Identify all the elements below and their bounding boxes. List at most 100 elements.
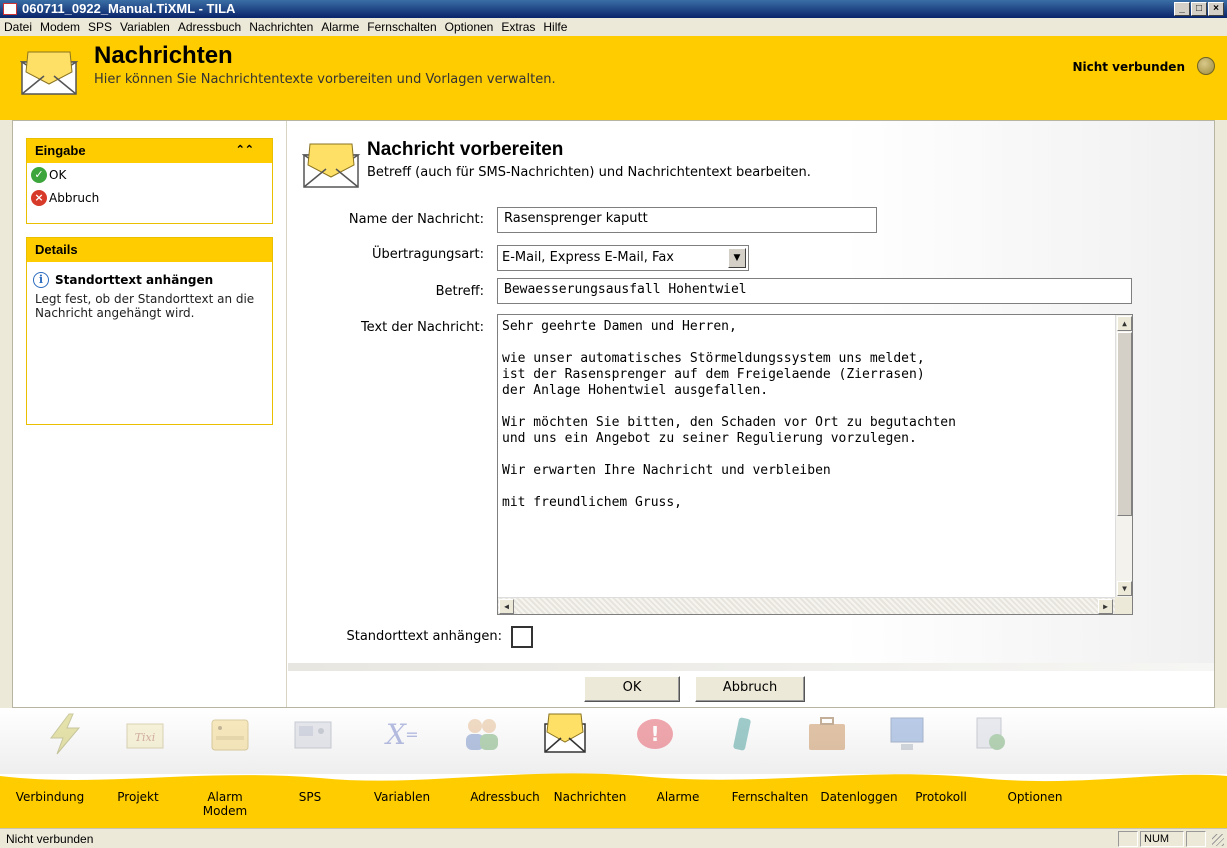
sidebar-cancel-link[interactable]: × Abbruch xyxy=(27,186,272,209)
text-line: und uns ein Angebot zu seiner Regulierun… xyxy=(502,431,917,446)
envelope-icon xyxy=(302,143,361,188)
people-icon xyxy=(466,719,498,750)
details-item-text: Legt fest, ob der Standorttext an die Na… xyxy=(35,292,255,320)
toolbar-label-alarme[interactable]: Alarme xyxy=(648,790,708,804)
menu-hilfe[interactable]: Hilfe xyxy=(543,20,567,34)
collapse-icon[interactable]: ⌃⌃ xyxy=(236,143,254,156)
tool-fernschalten[interactable] xyxy=(697,712,787,759)
text-line: Wir erwarten Ihre Nachricht und verbleib… xyxy=(502,463,831,478)
menu-nachrichten[interactable]: Nachrichten xyxy=(249,20,313,34)
sidebar-ok-link[interactable]: ✓ OK xyxy=(27,163,272,186)
tool-nachrichten[interactable] xyxy=(520,712,610,759)
menu-modem[interactable]: Modem xyxy=(40,20,80,34)
toolbar-label-adressbuch[interactable]: Adressbuch xyxy=(463,790,547,804)
title-bar: 060711_0922_Manual.TiXML - TILA _ □ × xyxy=(0,0,1227,18)
tool-sps[interactable] xyxy=(268,712,358,759)
tool-verbindung[interactable] xyxy=(20,712,110,759)
text-line: ist der Rasensprenger auf dem Freigelaen… xyxy=(502,367,925,382)
toolbar-label-datenloggen[interactable]: Datenloggen xyxy=(814,790,904,804)
menu-bar: Datei Modem SPS Variablen Adressbuch Nac… xyxy=(0,18,1227,36)
form-subtitle: Betreff (auch für SMS-Nachrichten) und N… xyxy=(367,165,811,180)
message-textarea[interactable]: Sehr geehrte Damen und Herren, wie unser… xyxy=(497,314,1133,615)
text-line xyxy=(502,479,1106,495)
toolbar-label-sps[interactable]: SPS xyxy=(290,790,330,804)
transfer-label: Übertragungsart: xyxy=(371,247,484,262)
tool-alarm-modem[interactable] xyxy=(185,712,275,759)
close-button[interactable]: × xyxy=(1208,2,1224,16)
tool-adressbuch[interactable] xyxy=(437,712,527,759)
scroll-down-icon[interactable]: ▼ xyxy=(1117,581,1132,596)
vertical-scrollbar[interactable]: ▲ ▼ xyxy=(1115,315,1132,597)
window-title: 060711_0922_Manual.TiXML - TILA xyxy=(22,1,236,16)
toolbar-label-nachrichten[interactable]: Nachrichten xyxy=(545,790,635,804)
connection-led-icon xyxy=(1197,57,1215,75)
sidebar-cancel-label: Abbruch xyxy=(49,190,100,205)
menu-optionen[interactable]: Optionen xyxy=(445,20,494,34)
toolbar-label-protokoll[interactable]: Protokoll xyxy=(906,790,976,804)
page-header: Nachrichten Hier können Sie Nachrichtent… xyxy=(0,36,1227,120)
horizontal-scrollbar[interactable]: ◀ ▶ xyxy=(498,597,1115,614)
svg-text:Tixi: Tixi xyxy=(135,731,156,744)
text-line xyxy=(502,399,1106,415)
name-label: Name der Nachricht: xyxy=(348,212,484,227)
scroll-right-icon[interactable]: ▶ xyxy=(1098,599,1113,614)
info-icon: i xyxy=(33,272,49,288)
sps-icon xyxy=(294,721,332,749)
module-toolbar: Tixi X = ! Verbindung Projekt Alarm Modem… xyxy=(0,708,1227,828)
name-input[interactable]: Rasensprenger kaputt xyxy=(497,207,877,233)
vertical-scroll-thumb[interactable] xyxy=(1117,332,1132,516)
menu-extras[interactable]: Extras xyxy=(501,20,535,34)
tool-projekt[interactable]: Tixi xyxy=(100,712,190,759)
menu-adressbuch[interactable]: Adressbuch xyxy=(178,20,241,34)
menu-alarme[interactable]: Alarme xyxy=(321,20,359,34)
transfer-value: E-Mail, Express E-Mail, Fax xyxy=(502,250,674,265)
content-area: Nachricht vorbereiten Betreff (auch für … xyxy=(288,121,1214,707)
monitor-icon xyxy=(890,717,924,750)
ok-check-icon: ✓ xyxy=(31,166,47,183)
tool-variablen[interactable]: X = xyxy=(353,712,443,759)
text-line: mit freundlichem Gruss, xyxy=(502,495,683,510)
scroll-left-icon[interactable]: ◀ xyxy=(499,599,514,614)
tool-datenloggen[interactable] xyxy=(782,712,872,759)
message-text[interactable]: Sehr geehrte Damen und Herren, wie unser… xyxy=(502,319,1106,591)
resize-grip-icon[interactable] xyxy=(1212,834,1224,846)
svg-text:X: X xyxy=(384,718,407,751)
toolbar-label-projekt[interactable]: Projekt xyxy=(108,790,168,804)
divider xyxy=(288,663,1214,671)
scroll-up-icon[interactable]: ▲ xyxy=(1117,316,1132,331)
remote-switch-icon xyxy=(733,717,751,751)
maximize-button[interactable]: □ xyxy=(1191,2,1207,16)
scroll-corner xyxy=(1115,597,1132,614)
menu-variablen[interactable]: Variablen xyxy=(120,20,170,34)
tool-optionen[interactable] xyxy=(946,712,1036,759)
modem-icon xyxy=(211,719,249,751)
main-area: Eingabe ⌃⌃ ✓ OK × Abbruch Details i Stan… xyxy=(12,120,1215,708)
minimize-button[interactable]: _ xyxy=(1174,2,1190,16)
transfer-select[interactable]: E-Mail, Express E-Mail, Fax ▼ xyxy=(497,245,749,271)
ok-button[interactable]: OK xyxy=(584,676,680,702)
cancel-x-icon: × xyxy=(31,189,47,206)
toolbar-label-optionen[interactable]: Optionen xyxy=(1000,790,1070,804)
toolbar-label-alarm-modem[interactable]: Alarm Modem xyxy=(195,790,255,818)
status-bar: Nicht verbunden NUM xyxy=(0,828,1227,848)
menu-datei[interactable]: Datei xyxy=(4,20,32,34)
details-title: Details xyxy=(35,242,78,257)
text-line xyxy=(502,447,1106,463)
toolbar-label-verbindung[interactable]: Verbindung xyxy=(8,790,92,804)
alarm-icon: ! xyxy=(637,719,673,749)
location-checkbox[interactable] xyxy=(511,626,533,648)
briefcase-icon xyxy=(809,717,845,750)
svg-text:=: = xyxy=(405,725,418,744)
tool-alarme[interactable]: ! xyxy=(610,712,700,759)
tool-protokoll[interactable] xyxy=(862,712,952,759)
toolbar-label-fernschalten[interactable]: Fernschalten xyxy=(722,790,818,804)
chevron-down-icon[interactable]: ▼ xyxy=(728,248,746,268)
menu-fernschalten[interactable]: Fernschalten xyxy=(367,20,436,34)
subject-input[interactable]: Bewaesserungsausfall Hohentwiel xyxy=(497,278,1132,304)
cancel-button[interactable]: Abbruch xyxy=(695,676,805,702)
text-line: Wir möchten Sie bitten, den Schaden vor … xyxy=(502,415,956,430)
options-icon xyxy=(976,717,1005,750)
eingabe-panel-header[interactable]: Eingabe ⌃⌃ xyxy=(27,139,272,163)
toolbar-label-variablen[interactable]: Variablen xyxy=(367,790,437,804)
menu-sps[interactable]: SPS xyxy=(88,20,112,34)
